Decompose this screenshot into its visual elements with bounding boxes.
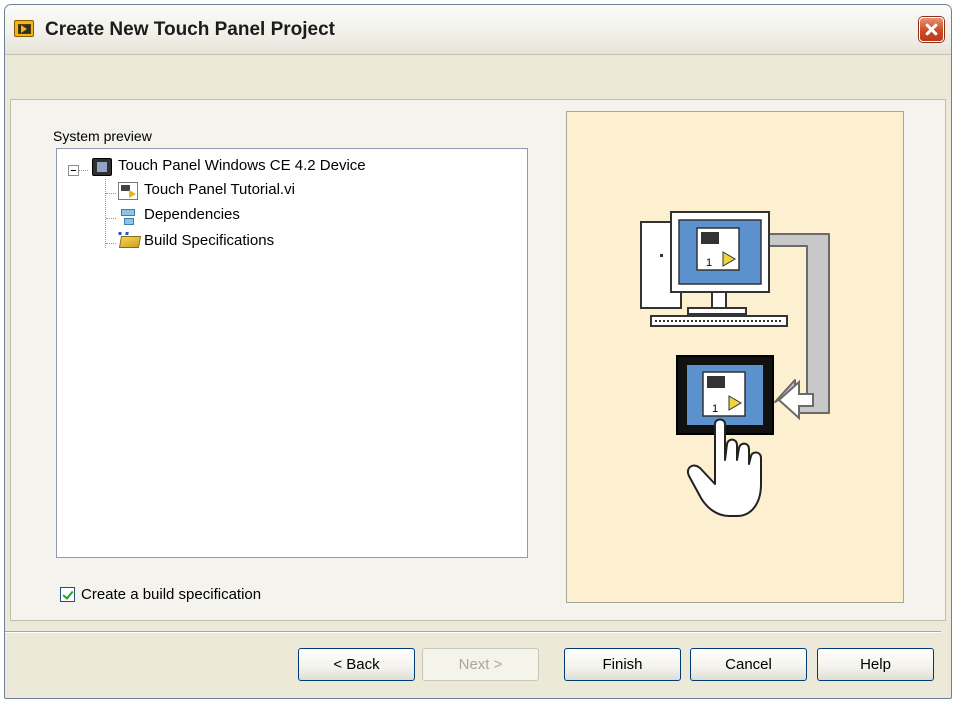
collapse-icon[interactable] — [68, 165, 79, 176]
pc-vi-number: 1 — [706, 257, 712, 269]
system-preview-label: System preview — [53, 128, 152, 144]
dependencies-icon — [118, 207, 138, 225]
title-bar[interactable]: Create New Touch Panel Project — [5, 5, 951, 55]
create-build-spec-option[interactable]: Create a build specification — [60, 584, 261, 604]
build-specifications-icon — [118, 236, 142, 248]
system-preview-tree[interactable]: Touch Panel Windows CE 4.2 Device Touch … — [56, 148, 528, 558]
tree-item-dependencies[interactable]: Dependencies — [144, 205, 240, 225]
back-button[interactable]: < Back — [298, 648, 415, 681]
tree-item-device[interactable]: Touch Panel Windows CE 4.2 Device — [118, 156, 366, 176]
labview-icon — [14, 20, 34, 37]
window-title: Create New Touch Panel Project — [45, 19, 336, 40]
finish-button[interactable]: Finish — [564, 648, 681, 681]
tree-item-build-specifications[interactable]: Build Specifications — [144, 231, 274, 251]
help-button[interactable]: Help — [817, 648, 934, 681]
tree-item-tutorial-vi[interactable]: Touch Panel Tutorial.vi — [144, 180, 295, 200]
create-build-spec-label[interactable]: Create a build specification — [81, 586, 261, 603]
cancel-button[interactable]: Cancel — [690, 648, 807, 681]
vi-file-icon — [118, 182, 138, 200]
touch-panel-device-icon — [92, 158, 112, 176]
next-button[interactable]: Next > — [422, 648, 539, 681]
button-separator — [5, 631, 941, 633]
deployment-illustration: 1 1 — [640, 211, 830, 517]
create-build-spec-checkbox[interactable] — [60, 586, 75, 602]
panel-vi-number: 1 — [712, 403, 718, 415]
pc-to-touch-panel-illustration: 1 1 — [566, 111, 904, 603]
close-icon[interactable] — [919, 17, 944, 42]
